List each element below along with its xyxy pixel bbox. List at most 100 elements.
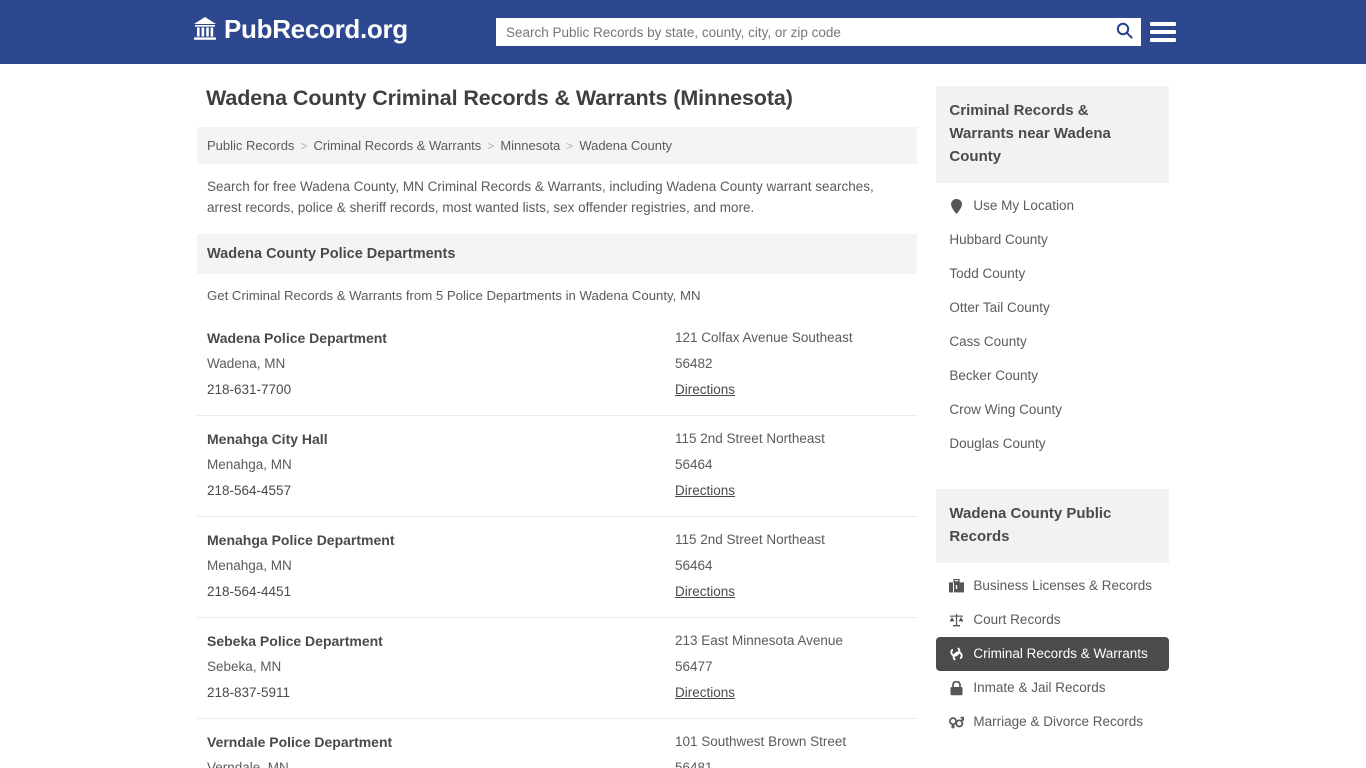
listing-name: Verndale Police Department <box>207 734 393 750</box>
police-department-list: Wadena Police Department Wadena, MN 218-63… <box>197 315 918 768</box>
table-row: Wadena Police Department Wadena, MN 218-63… <box>197 315 917 415</box>
sidebar-item-label: Crow Wing County <box>949 402 1062 417</box>
sidebar-item-criminal-records-warrants[interactable]: Criminal Records & Warrants <box>936 637 1169 671</box>
breadcrumb-separator: > <box>566 138 574 153</box>
listing-zip: 56464 <box>675 457 713 472</box>
page-body: Wadena County Criminal Records & Warrant… <box>0 64 1366 768</box>
listing-name: Menahga City Hall <box>207 431 328 447</box>
breadcrumb-item-2[interactable]: Minnesota <box>500 138 560 153</box>
listing-zip: 56482 <box>675 356 713 371</box>
bank-building-icon <box>193 16 217 42</box>
listing-address-block: 213 East Minnesota Avenue 56477 Directions <box>675 628 907 706</box>
sidebar-nearby-list: Use My Location Hubbard County Todd County… <box>936 183 1169 465</box>
sidebar-item-business-licenses-records[interactable]: Business Licenses & Records <box>936 569 1169 603</box>
table-row: Sebeka Police Department Sebeka, MN 218-83… <box>197 617 918 718</box>
sidebar-item-use-my-location[interactable]: Use My Location <box>936 189 1169 223</box>
listing-name: Menahga Police Department <box>207 532 395 548</box>
main-content: Wadena County Criminal Records & Warrant… <box>197 86 918 768</box>
sidebar-nearby-heading: Criminal Records & Warrants near Wadena … <box>936 86 1169 183</box>
listing-address: 121 Colfax Avenue Southeast <box>675 330 853 345</box>
sidebar-item-label: Hubbard County <box>949 232 1048 247</box>
sidebar-item-crow-wing-county[interactable]: Crow Wing County <box>936 393 1169 427</box>
sidebar-item-label: Douglas County <box>949 436 1046 451</box>
briefcase-icon <box>949 579 965 594</box>
sidebar-item-court-records[interactable]: Court Records <box>936 603 1169 637</box>
breadcrumb-separator: > <box>300 138 308 153</box>
directions-link[interactable]: Directions <box>675 478 735 504</box>
handcuffs-icon <box>949 647 964 662</box>
breadcrumb-item-3[interactable]: Wadena County <box>579 138 672 153</box>
sidebar-item-otter-tail-county[interactable]: Otter Tail County <box>936 291 1169 325</box>
breadcrumb-item-0[interactable]: Public Records <box>207 138 294 153</box>
table-row: Verndale Police DepartmentVerndale, MN21… <box>197 718 918 768</box>
listing-address-block: 101 Southwest Brown Street56481Direction… <box>675 729 907 768</box>
table-row: Menahga City Hall Menahga, MN 218-564-4557… <box>197 415 918 516</box>
listing-address-block: 121 Colfax Avenue Southeast 56482 Directio… <box>675 325 907 403</box>
sidebar: Criminal Records & Warrants near Wadena … <box>936 86 1169 743</box>
listing-city-state: Sebeka, MN <box>207 659 282 674</box>
listing-zip: 56477 <box>675 659 713 674</box>
gender-symbols-icon <box>949 715 965 730</box>
listing-info: Sebeka Police Department Sebeka, MN 218-83… <box>207 628 675 706</box>
listing-phone: 218-564-4451 <box>207 584 292 599</box>
hamburger-menu-icon[interactable] <box>1150 18 1176 46</box>
listing-zip: 56481 <box>675 760 713 768</box>
sidebar-item-marriage-divorce-records[interactable]: Marriage & Divorce Records <box>936 705 1169 739</box>
sidebar-item-douglas-county[interactable]: Douglas County <box>936 427 1169 461</box>
sidebar-item-hubbard-county[interactable]: Hubbard County <box>936 223 1169 257</box>
sidebar-records-list: Business Licenses & Records Court Records… <box>936 563 1169 743</box>
directions-link[interactable]: Directions <box>675 579 735 605</box>
sidebar-item-label: Otter Tail County <box>949 300 1050 315</box>
listing-address: 101 Southwest Brown Street <box>675 734 847 749</box>
menu-bar-2 <box>1150 30 1176 34</box>
search-icon <box>1116 22 1133 42</box>
sidebar-item-becker-county[interactable]: Becker County <box>936 359 1169 393</box>
scales-of-justice-icon <box>949 613 964 628</box>
search-button[interactable] <box>1107 19 1141 45</box>
sidebar-records-heading: Wadena County Public Records <box>936 489 1169 563</box>
listing-city-state: Menahga, MN <box>207 558 292 573</box>
directions-link[interactable]: Directions <box>675 377 735 403</box>
sidebar-item-label: Criminal Records & Warrants <box>973 646 1148 661</box>
breadcrumb-item-1[interactable]: Criminal Records & Warrants <box>313 138 481 153</box>
menu-bar-3 <box>1150 38 1176 42</box>
listing-zip: 56464 <box>675 558 713 573</box>
sidebar-item-label: Cass County <box>949 334 1027 349</box>
map-pin-icon <box>949 198 964 214</box>
menu-bar-1 <box>1150 22 1176 26</box>
sidebar-item-label: Becker County <box>949 368 1038 383</box>
search-bar <box>496 18 1141 46</box>
sidebar-item-todd-county[interactable]: Todd County <box>936 257 1169 291</box>
listing-city-state: Menahga, MN <box>207 457 292 472</box>
sidebar-item-label: Business Licenses & Records <box>973 578 1153 593</box>
listing-phone: 218-564-4557 <box>207 483 292 498</box>
section-heading: Wadena County Police Departments <box>197 234 918 274</box>
listing-city-state: Verndale, MN <box>207 760 289 768</box>
section-subheading: Get Criminal Records & Warrants from 5 P… <box>207 288 701 303</box>
directions-link[interactable]: Directions <box>675 680 735 706</box>
listing-name: Wadena Police Department <box>207 330 387 346</box>
lock-icon <box>949 680 964 696</box>
site-header: PubRecord.org <box>0 0 1366 64</box>
listing-address-block: 115 2nd Street Northeast 56464 Directions <box>675 426 907 504</box>
sidebar-item-label: Inmate & Jail Records <box>973 680 1106 695</box>
listing-address: 213 East Minnesota Avenue <box>675 633 843 648</box>
page-title: Wadena County Criminal Records & Warrant… <box>206 86 793 110</box>
search-input[interactable] <box>496 19 1107 45</box>
table-row: Menahga Police Department Menahga, MN 218-… <box>197 516 918 617</box>
listing-info: Wadena Police Department Wadena, MN 218-63… <box>207 325 675 403</box>
listing-address-block: 115 2nd Street Northeast 56464 Directions <box>675 527 907 605</box>
listing-city-state: Wadena, MN <box>207 356 286 371</box>
sidebar-item-label: Marriage & Divorce Records <box>973 714 1143 729</box>
site-logo[interactable]: PubRecord.org <box>193 16 408 42</box>
listing-phone: 218-837-5911 <box>207 685 291 700</box>
sidebar-item-label: Court Records <box>973 612 1061 627</box>
listing-info: Menahga City Hall Menahga, MN 218-564-4557 <box>207 426 675 504</box>
listing-info: Menahga Police Department Menahga, MN 218-… <box>207 527 675 605</box>
listing-phone: 218-631-7700 <box>207 382 292 397</box>
sidebar-item-cass-county[interactable]: Cass County <box>936 325 1169 359</box>
sidebar-item-inmate-jail-records[interactable]: Inmate & Jail Records <box>936 671 1169 705</box>
listing-info: Verndale Police DepartmentVerndale, MN21… <box>207 729 675 768</box>
brand-name: PubRecord.org <box>224 14 408 44</box>
